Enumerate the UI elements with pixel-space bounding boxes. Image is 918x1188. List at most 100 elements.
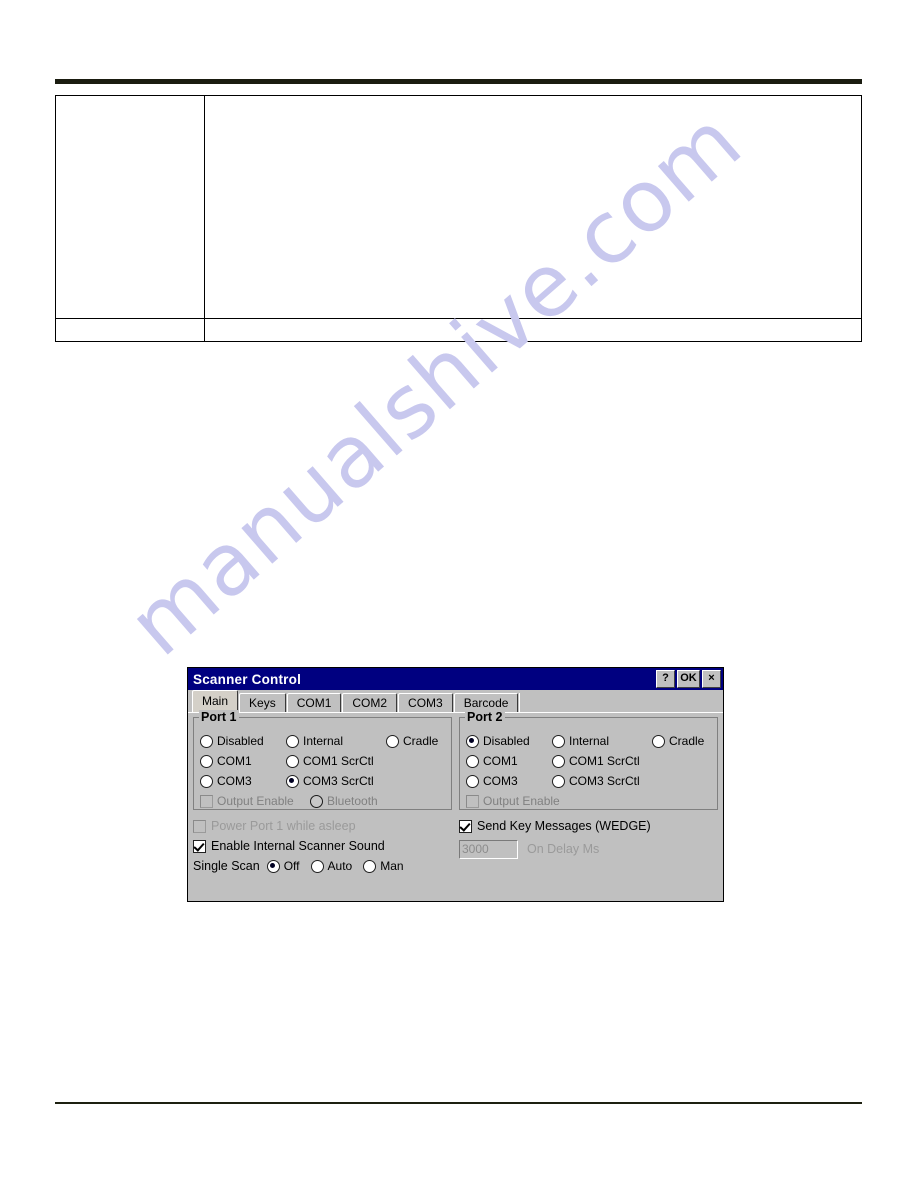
port1-option-disabled-label: Disabled bbox=[217, 734, 264, 748]
scanner-sound-label: Enable Internal Scanner Sound bbox=[211, 839, 385, 853]
port1-option-bluetooth-label: Bluetooth bbox=[327, 794, 378, 808]
single-scan-option-man[interactable]: Man bbox=[363, 859, 404, 873]
checkbox-icon bbox=[466, 794, 479, 808]
close-icon[interactable]: × bbox=[702, 670, 721, 688]
checkbox-icon bbox=[193, 819, 206, 833]
port1-option-internal-label: Internal bbox=[303, 734, 344, 748]
scanner-sound-checkbox-row[interactable]: Enable Internal Scanner Sound bbox=[193, 836, 452, 856]
on-delay-label: On Delay Ms bbox=[527, 842, 600, 856]
port1-option-com1[interactable]: COM1 bbox=[200, 754, 286, 768]
port1-option-disabled[interactable]: Disabled bbox=[200, 734, 286, 748]
send-key-messages-label: Send Key Messages (WEDGE) bbox=[477, 819, 651, 833]
port2-column: Port 2 Disabled Internal Cradle COM1 COM… bbox=[459, 710, 718, 876]
port2-row-2: COM1 COM1 ScrCtl bbox=[466, 751, 711, 771]
table-row bbox=[55, 95, 862, 319]
radio-icon[interactable] bbox=[552, 774, 565, 788]
port2-option-com3-scrctl[interactable]: COM3 ScrCtl bbox=[552, 774, 640, 788]
radio-icon[interactable] bbox=[386, 734, 399, 748]
port1-option-com3[interactable]: COM3 bbox=[200, 774, 286, 788]
tab-keys[interactable]: Keys bbox=[239, 693, 286, 712]
port2-extra-options: Send Key Messages (WEDGE) 3000 On Delay … bbox=[459, 816, 718, 860]
port2-option-internal-label: Internal bbox=[569, 734, 610, 748]
single-scan-label: Single Scan bbox=[193, 859, 260, 873]
radio-icon[interactable] bbox=[310, 859, 324, 873]
port2-option-disabled[interactable]: Disabled bbox=[466, 734, 552, 748]
port1-option-com3-scrctl-label: COM3 ScrCtl bbox=[303, 774, 374, 788]
send-key-messages-row[interactable]: Send Key Messages (WEDGE) bbox=[459, 816, 718, 836]
port2-row-4: Output Enable bbox=[466, 791, 711, 811]
radio-icon[interactable] bbox=[552, 734, 565, 748]
tab-strip: Main Keys COM1 COM2 COM3 Barcode bbox=[188, 690, 723, 712]
single-scan-option-off[interactable]: Off bbox=[266, 859, 300, 873]
help-button[interactable]: ? bbox=[656, 670, 675, 688]
radio-icon[interactable] bbox=[200, 774, 213, 788]
port1-option-com1-label: COM1 bbox=[217, 754, 252, 768]
radio-icon[interactable] bbox=[200, 734, 213, 748]
port2-row-3: COM3 COM3 ScrCtl bbox=[466, 771, 711, 791]
port1-legend: Port 1 bbox=[199, 710, 240, 724]
single-scan-option-auto-label: Auto bbox=[327, 859, 353, 873]
port2-legend: Port 2 bbox=[465, 710, 506, 724]
radio-icon[interactable] bbox=[466, 734, 479, 748]
radio-icon[interactable] bbox=[200, 754, 213, 768]
port2-option-com1-scrctl[interactable]: COM1 ScrCtl bbox=[552, 754, 640, 768]
port2-option-com1-scrctl-label: COM1 ScrCtl bbox=[569, 754, 640, 768]
tab-com1[interactable]: COM1 bbox=[286, 693, 342, 712]
port1-output-enable-label: Output Enable bbox=[217, 794, 294, 808]
dialog-titlebar[interactable]: Scanner Control ? OK × bbox=[188, 668, 723, 690]
port2-option-com1[interactable]: COM1 bbox=[466, 754, 552, 768]
titlebar-buttons: ? OK × bbox=[656, 670, 721, 688]
single-scan-option-auto[interactable]: Auto bbox=[310, 859, 353, 873]
port1-column: Port 1 Disabled Internal Cradle COM1 COM… bbox=[193, 710, 452, 876]
radio-icon[interactable] bbox=[286, 774, 299, 788]
tab-com2[interactable]: COM2 bbox=[342, 693, 398, 712]
single-scan-option-man-label: Man bbox=[380, 859, 404, 873]
radio-icon[interactable] bbox=[266, 859, 280, 873]
tab-main[interactable]: Main bbox=[192, 690, 239, 712]
on-delay-row: 3000 On Delay Ms bbox=[459, 838, 718, 860]
checkbox-icon bbox=[200, 794, 213, 808]
ok-button[interactable]: OK bbox=[677, 670, 700, 688]
footer-rule bbox=[55, 1102, 862, 1104]
port2-option-com3-scrctl-label: COM3 ScrCtl bbox=[569, 774, 640, 788]
port1-row-1: Disabled Internal Cradle bbox=[200, 731, 445, 751]
port2-option-cradle[interactable]: Cradle bbox=[652, 734, 704, 748]
dialog-title: Scanner Control bbox=[193, 671, 302, 687]
port2-option-internal[interactable]: Internal bbox=[552, 734, 652, 748]
power-port-checkbox-row: Power Port 1 while asleep bbox=[193, 816, 452, 836]
radio-icon[interactable] bbox=[363, 859, 377, 873]
radio-icon[interactable] bbox=[286, 734, 299, 748]
port2-option-com1-label: COM1 bbox=[483, 754, 518, 768]
radio-icon[interactable] bbox=[552, 754, 565, 768]
checkbox-icon[interactable] bbox=[459, 819, 472, 833]
port2-option-com3[interactable]: COM3 bbox=[466, 774, 552, 788]
on-delay-input[interactable]: 3000 bbox=[459, 839, 518, 859]
tab-strip-filler bbox=[519, 693, 723, 712]
port1-output-enable: Output Enable bbox=[200, 794, 310, 808]
port2-group: Port 2 Disabled Internal Cradle COM1 COM… bbox=[459, 710, 718, 811]
port1-option-com3-scrctl[interactable]: COM3 ScrCtl bbox=[286, 774, 374, 788]
radio-icon[interactable] bbox=[652, 734, 665, 748]
radio-icon[interactable] bbox=[286, 754, 299, 768]
port1-option-cradle[interactable]: Cradle bbox=[386, 734, 438, 748]
table-row bbox=[55, 318, 862, 342]
port2-row-1: Disabled Internal Cradle bbox=[466, 731, 711, 751]
port1-extra-options: Power Port 1 while asleep Enable Interna… bbox=[193, 816, 452, 876]
tab-com3[interactable]: COM3 bbox=[398, 693, 453, 712]
port1-row-2: COM1 COM1 ScrCtl bbox=[200, 751, 445, 771]
power-port-label: Power Port 1 while asleep bbox=[211, 819, 356, 833]
port1-group: Port 1 Disabled Internal Cradle COM1 COM… bbox=[193, 710, 452, 811]
port1-option-bluetooth: Bluetooth bbox=[310, 794, 378, 808]
radio-icon[interactable] bbox=[466, 754, 479, 768]
port1-option-internal[interactable]: Internal bbox=[286, 734, 386, 748]
port1-row-4: Output Enable Bluetooth bbox=[200, 791, 445, 811]
dialog-body: Port 1 Disabled Internal Cradle COM1 COM… bbox=[188, 710, 723, 901]
port2-option-com3-label: COM3 bbox=[483, 774, 518, 788]
port1-option-com1-scrctl[interactable]: COM1 ScrCtl bbox=[286, 754, 374, 768]
header-rule bbox=[55, 79, 862, 84]
port2-output-enable: Output Enable bbox=[466, 794, 560, 808]
radio-icon[interactable] bbox=[466, 774, 479, 788]
scanner-control-dialog: Scanner Control ? OK × Main Keys COM1 CO… bbox=[187, 667, 724, 902]
checkbox-icon[interactable] bbox=[193, 839, 206, 853]
table-cell bbox=[204, 318, 862, 342]
